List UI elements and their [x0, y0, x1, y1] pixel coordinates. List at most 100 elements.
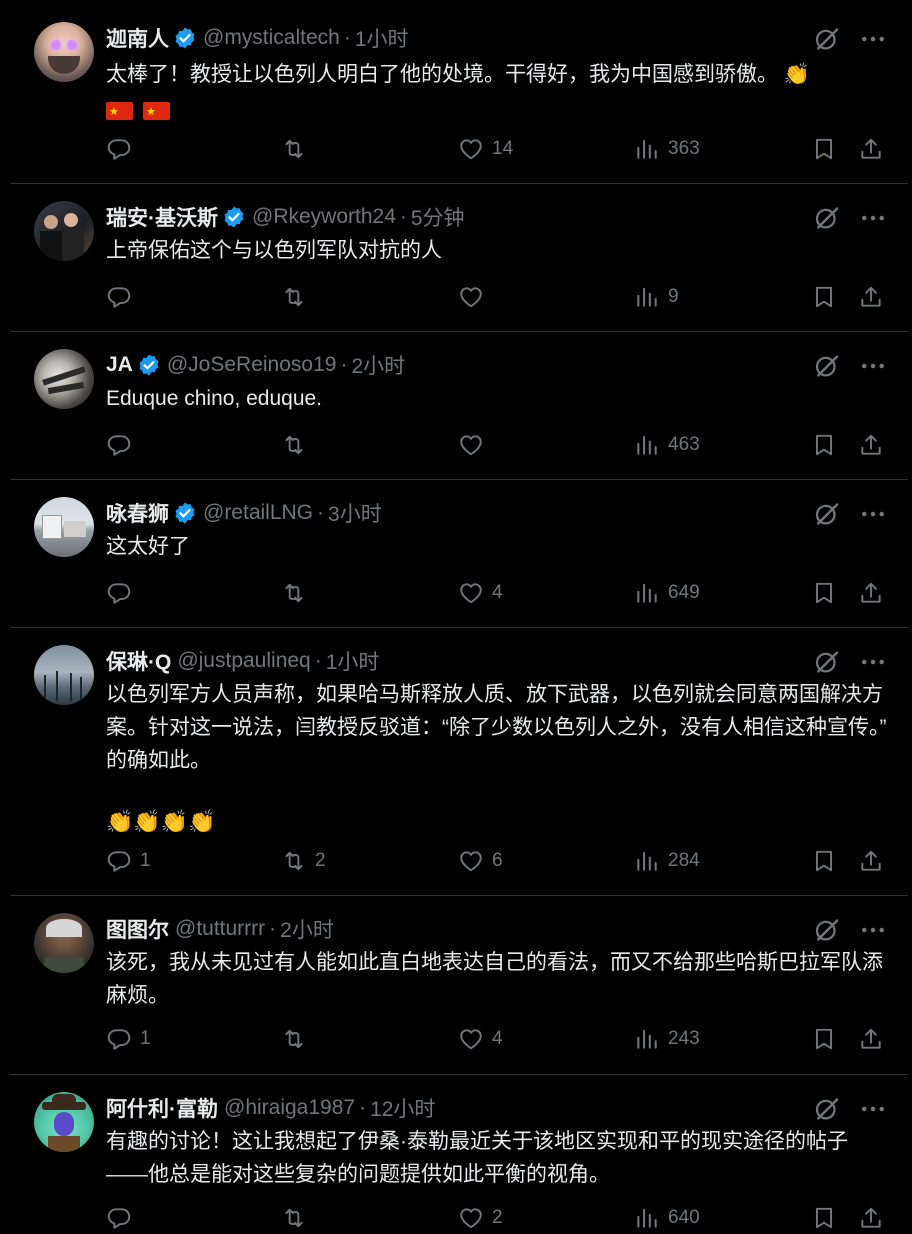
- reply-button[interactable]: [106, 281, 140, 313]
- more-icon[interactable]: [858, 647, 888, 677]
- like-button[interactable]: 2: [458, 1202, 503, 1234]
- tweet[interactable]: 咏春狮 @retailLNG · 3小时 这太好了 4 649: [10, 479, 908, 628]
- retweet-button[interactable]: [281, 133, 315, 165]
- reply-button[interactable]: 1: [106, 845, 151, 877]
- views-chart-icon: [634, 432, 660, 458]
- reply-button[interactable]: [106, 1202, 140, 1234]
- bookmark-button[interactable]: [811, 1023, 837, 1055]
- like-button[interactable]: 4: [458, 577, 503, 609]
- avatar[interactable]: [34, 645, 94, 705]
- timestamp[interactable]: 2小时: [280, 914, 334, 944]
- like-button[interactable]: 14: [458, 133, 513, 165]
- display-name[interactable]: 咏春狮: [106, 498, 169, 528]
- avatar[interactable]: [34, 1092, 94, 1152]
- more-icon[interactable]: [858, 203, 888, 233]
- handle[interactable]: @hiraiga1987: [224, 1096, 355, 1120]
- bookmark-button[interactable]: [811, 1202, 837, 1234]
- display-name[interactable]: 迦南人: [106, 23, 169, 53]
- handle[interactable]: @justpaulineq: [177, 649, 310, 673]
- china-flag-icon: [143, 99, 170, 125]
- views-button[interactable]: 284: [634, 845, 700, 877]
- display-name[interactable]: JA: [106, 353, 133, 377]
- timestamp[interactable]: 1小时: [326, 646, 380, 676]
- retweet-button[interactable]: [281, 1202, 315, 1234]
- tweet[interactable]: 保琳·Q @justpaulineq · 1小时 以色列军方人员声称，如果哈马斯…: [10, 627, 908, 896]
- tweet[interactable]: 迦南人 @mysticaltech · 1小时 太棒了！教授让以色列人明白了他的…: [10, 0, 908, 184]
- handle[interactable]: @JoSeReinoso19: [167, 353, 337, 377]
- retweet-button[interactable]: 2: [281, 845, 326, 877]
- bookmark-button[interactable]: [811, 577, 837, 609]
- share-button[interactable]: [858, 429, 884, 461]
- like-button[interactable]: 4: [458, 1023, 503, 1055]
- avatar[interactable]: [34, 913, 94, 973]
- grok-icon[interactable]: [812, 203, 842, 233]
- more-icon[interactable]: [858, 1094, 888, 1124]
- tweet[interactable]: JA @JoSeReinoso19 · 2小时 Eduque chino, ed…: [10, 331, 908, 480]
- grok-icon[interactable]: [812, 1094, 842, 1124]
- share-button[interactable]: [858, 577, 884, 609]
- display-name[interactable]: 瑞安·基沃斯: [106, 202, 218, 232]
- retweet-button[interactable]: [281, 281, 315, 313]
- timestamp[interactable]: 1小时: [355, 23, 409, 53]
- handle[interactable]: @tutturrrr: [175, 917, 265, 941]
- views-button[interactable]: 363: [634, 133, 700, 165]
- handle[interactable]: @retailLNG: [203, 501, 313, 525]
- grok-icon[interactable]: [812, 24, 842, 54]
- views-button[interactable]: 640: [634, 1202, 700, 1234]
- avatar[interactable]: [34, 497, 94, 557]
- views-button[interactable]: 9: [634, 281, 679, 313]
- display-name[interactable]: 阿什利·富勒: [106, 1093, 218, 1123]
- reply-button[interactable]: [106, 429, 140, 461]
- display-name[interactable]: 保琳·Q: [106, 646, 171, 676]
- handle[interactable]: @Rkeyworth24: [252, 205, 396, 229]
- bookmark-button[interactable]: [811, 845, 837, 877]
- like-button[interactable]: [458, 281, 492, 313]
- tweet[interactable]: 瑞安·基沃斯 @Rkeyworth24 · 5分钟 上帝保佑这个与以色列军队对抗…: [10, 183, 908, 332]
- tweet[interactable]: 阿什利·富勒 @hiraiga1987 · 12小时 有趣的讨论！这让我想起了伊…: [10, 1074, 908, 1234]
- reply-button[interactable]: [106, 577, 140, 609]
- reply-button[interactable]: 1: [106, 1023, 151, 1055]
- share-button[interactable]: [858, 281, 884, 313]
- more-icon[interactable]: [858, 915, 888, 945]
- views-button[interactable]: 463: [634, 429, 700, 461]
- retweet-button[interactable]: [281, 577, 315, 609]
- reply-icon: [106, 432, 132, 458]
- like-button[interactable]: 6: [458, 845, 503, 877]
- timestamp[interactable]: 3小时: [328, 498, 382, 528]
- grok-icon[interactable]: [812, 647, 842, 677]
- bookmark-button[interactable]: [811, 429, 837, 461]
- retweet-icon: [281, 1026, 307, 1052]
- more-icon[interactable]: [858, 24, 888, 54]
- views-button[interactable]: 243: [634, 1023, 700, 1055]
- more-icon[interactable]: [858, 499, 888, 529]
- avatar[interactable]: [34, 22, 94, 82]
- share-button[interactable]: [858, 845, 884, 877]
- separator-dot: ·: [359, 1096, 367, 1119]
- share-button[interactable]: [858, 133, 884, 165]
- share-button[interactable]: [858, 1202, 884, 1234]
- reply-button[interactable]: [106, 133, 140, 165]
- tweet-header: 瑞安·基沃斯 @Rkeyworth24 · 5分钟: [106, 203, 465, 231]
- more-icon[interactable]: [858, 351, 888, 381]
- timestamp[interactable]: 5分钟: [411, 202, 465, 232]
- grok-icon[interactable]: [812, 351, 842, 381]
- views-button[interactable]: 649: [634, 577, 700, 609]
- bookmark-icon: [811, 432, 837, 458]
- reply-count: 1: [140, 1028, 151, 1049]
- retweet-button[interactable]: [281, 1023, 315, 1055]
- grok-icon[interactable]: [812, 915, 842, 945]
- handle[interactable]: @mysticaltech: [203, 26, 340, 50]
- timestamp[interactable]: 12小时: [370, 1093, 435, 1123]
- display-name[interactable]: 图图尔: [106, 914, 169, 944]
- grok-icon[interactable]: [812, 499, 842, 529]
- tweet[interactable]: 图图尔 @tutturrrr · 2小时 该死，我从未见过有人能如此直白地表达自…: [10, 895, 908, 1075]
- bookmark-button[interactable]: [811, 133, 837, 165]
- view-count: 640: [668, 1207, 700, 1228]
- avatar[interactable]: [34, 201, 94, 261]
- retweet-button[interactable]: [281, 429, 315, 461]
- share-button[interactable]: [858, 1023, 884, 1055]
- timestamp[interactable]: 2小时: [351, 350, 405, 380]
- avatar[interactable]: [34, 349, 94, 409]
- like-button[interactable]: [458, 429, 492, 461]
- bookmark-button[interactable]: [811, 281, 837, 313]
